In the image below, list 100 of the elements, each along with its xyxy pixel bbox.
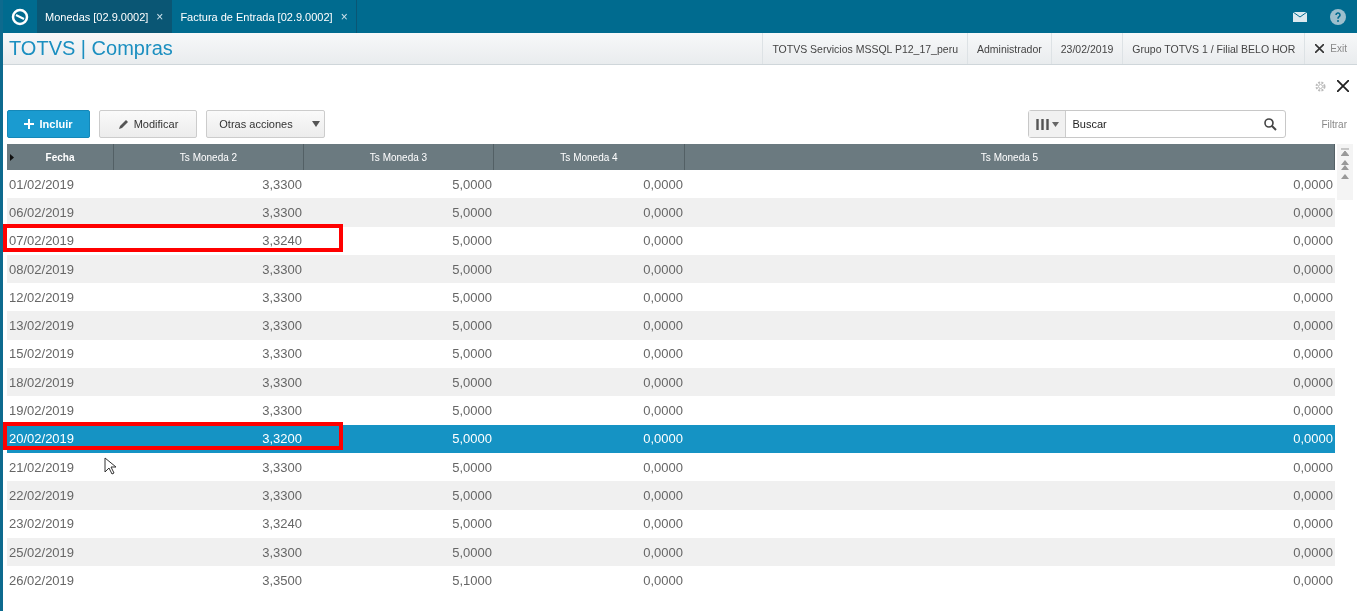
table-cell-text: 0,0000 (1292, 288, 1334, 307)
table-cell-text: 0,0000 (1292, 515, 1334, 534)
table-cell-text: 3,3300 (261, 317, 303, 336)
close-tab-button[interactable]: × (156, 9, 164, 24)
table-cell-text: 3,3300 (261, 175, 303, 194)
table-cell-text: 19/02/2019 (8, 402, 76, 420)
table-cell-text: 3,3500 (261, 571, 303, 590)
table-cell-text: 5,0000 (451, 458, 493, 477)
table-cell-text: 0,0000 (1292, 458, 1334, 477)
table-cell-text: 3,3300 (261, 543, 303, 562)
table-cell-text: 5,0000 (451, 373, 493, 392)
table-cell-text: 5,0000 (451, 402, 493, 420)
table-cell-text: 26/02/2019 (8, 571, 76, 590)
mouse-pointer-icon (104, 457, 116, 475)
table-cell-text: 5,0000 (451, 203, 493, 222)
exit-button[interactable]: Exit (1304, 33, 1357, 64)
table-cell-text: 08/02/2019 (8, 260, 76, 279)
table-cell-text: 5,1000 (451, 571, 493, 590)
table-row[interactable]: 06/02/2019 3,3300 5,0000 0,0000 0,0000 (7, 198, 1335, 227)
session-info: 23/02/2019 (1050, 33, 1123, 64)
table-cell-text: 3,3300 (261, 402, 303, 420)
table-cell-text: 3,3300 (261, 288, 303, 307)
table-cell-text: 0,0000 (642, 203, 684, 222)
mail-icon[interactable] (1293, 11, 1307, 22)
table-cell-text: 0,0000 (642, 402, 684, 420)
toolbar-button[interactable]: Modificar (99, 110, 197, 138)
table-cell-text: 0,0000 (1292, 402, 1334, 420)
actions-dropdown[interactable]: Otras acciones (206, 110, 325, 138)
tab[interactable]: Monedas [02.9.0002] × (37, 0, 173, 33)
table-cell-text: 3,3240 (261, 232, 303, 251)
app-title: TOTVS | Compras (8, 37, 173, 60)
caret-icon (311, 121, 320, 127)
table-cell-text: 23/02/2019 (8, 515, 76, 534)
table-cell-text: 0,0000 (1292, 232, 1334, 251)
table-cell-text: 5,0000 (451, 288, 493, 307)
scrollbar[interactable] (1337, 144, 1353, 200)
table-cell-text: 13/02/2019 (8, 317, 76, 336)
columns-button[interactable] (1029, 111, 1067, 137)
search-field[interactable]: Buscar (1028, 110, 1287, 138)
table-cell-text: 0,0000 (1292, 430, 1334, 449)
table-cell-text: 3,3300 (261, 345, 303, 364)
session-info: TOTVS Servicios MSSQL P12_17_peru (762, 33, 967, 64)
table-cell-text: 3,3300 (261, 458, 303, 477)
scroll-up-icon[interactable] (1341, 174, 1349, 179)
search-icon[interactable] (1264, 117, 1278, 131)
table-cell-text: 3,3300 (261, 260, 303, 279)
table-cell-text: 07/02/2019 (8, 232, 76, 251)
table-cell-text: 06/02/2019 (8, 203, 76, 222)
table-cell-text: 0,0000 (642, 571, 684, 590)
table-cell-text: 3,3300 (261, 486, 303, 505)
table-cell-text: 0,0000 (642, 486, 684, 505)
table-row[interactable]: 08/02/2019 3,3300 5,0000 0,0000 0,0000 (7, 254, 1335, 284)
table-cell-text: 5,0000 (451, 486, 493, 505)
close-icon[interactable] (1337, 80, 1349, 92)
table-cell-text: 5,0000 (451, 260, 493, 279)
page-up-icon[interactable] (1341, 160, 1349, 170)
close-tab-button[interactable]: × (340, 9, 348, 24)
table-cell-text: 0,0000 (1292, 486, 1334, 505)
table-cell-text: 0,0000 (1292, 373, 1334, 392)
settings-icon[interactable] (1314, 79, 1327, 93)
session-info: Grupo TOTVS 1 / Filial BELO HOR (1122, 33, 1305, 64)
table-cell-text: 0,0000 (642, 175, 684, 194)
table-cell-text: 0,0000 (1292, 543, 1334, 562)
table-cell-text: 0,0000 (642, 458, 684, 477)
close-icon (1315, 44, 1325, 53)
caret-icon (10, 153, 14, 161)
filter-link[interactable]: Filtrar (1321, 118, 1347, 130)
table-cell-text: 20/02/2019 (8, 430, 76, 449)
table-cell-text: 22/02/2019 (8, 486, 76, 505)
pencil-icon (117, 118, 129, 130)
table-cell-text: 5,0000 (451, 175, 493, 194)
table-cell-text: 0,0000 (642, 515, 684, 534)
scroll-top-icon[interactable] (1341, 148, 1349, 156)
table-cell-text: 3,3300 (261, 203, 303, 222)
table-cell-text: 0,0000 (1292, 317, 1334, 336)
table-cell-text: 5,0000 (451, 430, 493, 449)
table-cell-text: 0,0000 (1292, 260, 1334, 279)
table-row[interactable]: 13/02/2019 3,3300 5,0000 0,0000 0,0000 (7, 311, 1335, 340)
table-cell-text: 3,3300 (261, 373, 303, 392)
table-cell-text: 0,0000 (642, 373, 684, 392)
table-cell-text: 15/02/2019 (8, 345, 76, 364)
toolbar-button[interactable]: Incluir (7, 110, 90, 138)
table-cell-text: 5,0000 (451, 232, 493, 251)
table-cell-text: 3,3200 (261, 430, 303, 449)
table-cell-text: 0,0000 (642, 260, 684, 279)
table-cell-text: 0,0000 (642, 543, 684, 562)
logo-icon[interactable] (11, 7, 29, 26)
help-icon[interactable] (1330, 8, 1346, 25)
table-cell-text: 01/02/2019 (8, 175, 76, 194)
table-cell-text: 21/02/2019 (8, 458, 76, 477)
table-row[interactable]: 18/02/2019 3,3300 5,0000 0,0000 0,0000 (7, 368, 1335, 397)
plus-icon (24, 119, 35, 129)
table-cell-text: 0,0000 (1292, 571, 1334, 590)
table-row[interactable]: 22/02/2019 3,3300 5,0000 0,0000 0,0000 (7, 481, 1335, 510)
table-cell-text: 5,0000 (451, 317, 493, 336)
columns-icon (1035, 118, 1049, 130)
table-row[interactable]: 25/02/2019 3,3300 5,0000 0,0000 0,0000 (7, 537, 1335, 567)
table-cell-text: 5,0000 (451, 543, 493, 562)
table-cell-text: 25/02/2019 (8, 543, 76, 562)
table-cell-text: 18/02/2019 (8, 373, 76, 392)
